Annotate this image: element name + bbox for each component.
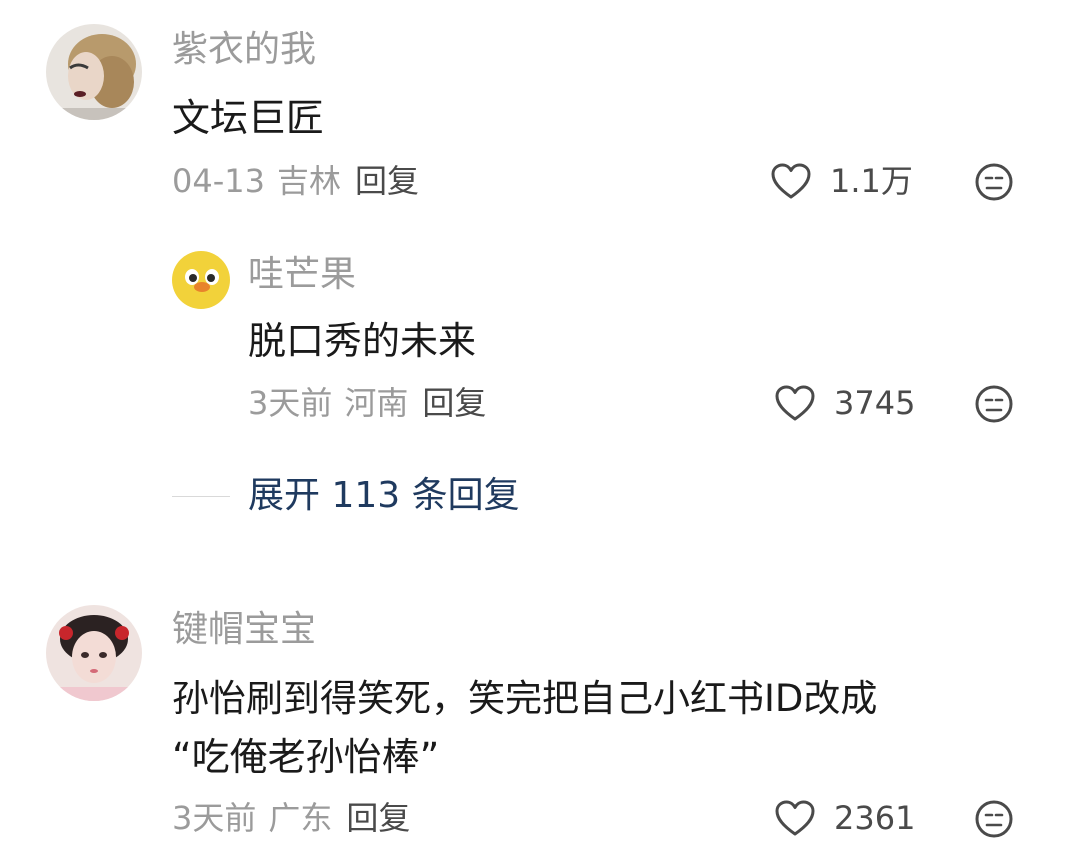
comment-text-line-2: “吃俺老孙怡棒” <box>172 735 440 779</box>
reply-meta: 3天前 河南 回复 <box>248 387 486 419</box>
reply-button[interactable]: 回复 <box>422 384 486 422</box>
reply-text: 脱口秀的未来 <box>248 319 477 363</box>
comment-username[interactable]: 紫衣的我 <box>172 32 316 68</box>
expand-replies-button[interactable]: 展开 113 条回复 <box>248 478 520 514</box>
reply-date: 3天前 <box>248 384 333 422</box>
like-count: 3745 <box>834 384 916 422</box>
comment-meta: 04-13 吉林 回复 <box>172 165 419 197</box>
comment-text-line-1: 孙怡刷到得笑死，笑完把自己小红书ID改成 <box>172 677 878 720</box>
like-count: 1.1万 <box>830 162 913 200</box>
heart-outline-icon <box>771 163 811 199</box>
comment-text: 文坛巨匠 <box>172 96 325 140</box>
like-button[interactable]: 1.1万 <box>770 162 913 200</box>
like-button[interactable]: 3745 <box>774 384 915 422</box>
comment-date: 04-13 <box>172 162 265 200</box>
neutral-face-icon <box>975 385 1013 423</box>
reply-location: 河南 <box>344 384 409 422</box>
avatar[interactable] <box>46 605 142 701</box>
like-count: 2361 <box>834 799 916 837</box>
dislike-button[interactable] <box>974 384 1014 424</box>
dislike-button[interactable] <box>974 162 1014 202</box>
comment-meta: 3天前 广东 回复 <box>172 802 410 834</box>
avatar[interactable] <box>46 24 142 120</box>
heart-outline-icon <box>775 800 815 836</box>
avatar[interactable] <box>172 251 230 309</box>
expand-divider <box>172 496 230 497</box>
reply-button[interactable]: 回复 <box>346 799 410 837</box>
dislike-button[interactable] <box>974 799 1014 839</box>
comment-location: 广东 <box>268 799 333 837</box>
comment-username[interactable]: 键帽宝宝 <box>172 612 316 648</box>
reply-button[interactable]: 回复 <box>355 162 419 200</box>
like-button[interactable]: 2361 <box>774 799 915 837</box>
comment-date: 3天前 <box>172 799 257 837</box>
reply-username[interactable]: 哇芒果 <box>248 257 356 293</box>
neutral-face-icon <box>975 800 1013 838</box>
comment-location: 吉林 <box>276 162 341 200</box>
neutral-face-icon <box>975 163 1013 201</box>
heart-outline-icon <box>775 385 815 421</box>
